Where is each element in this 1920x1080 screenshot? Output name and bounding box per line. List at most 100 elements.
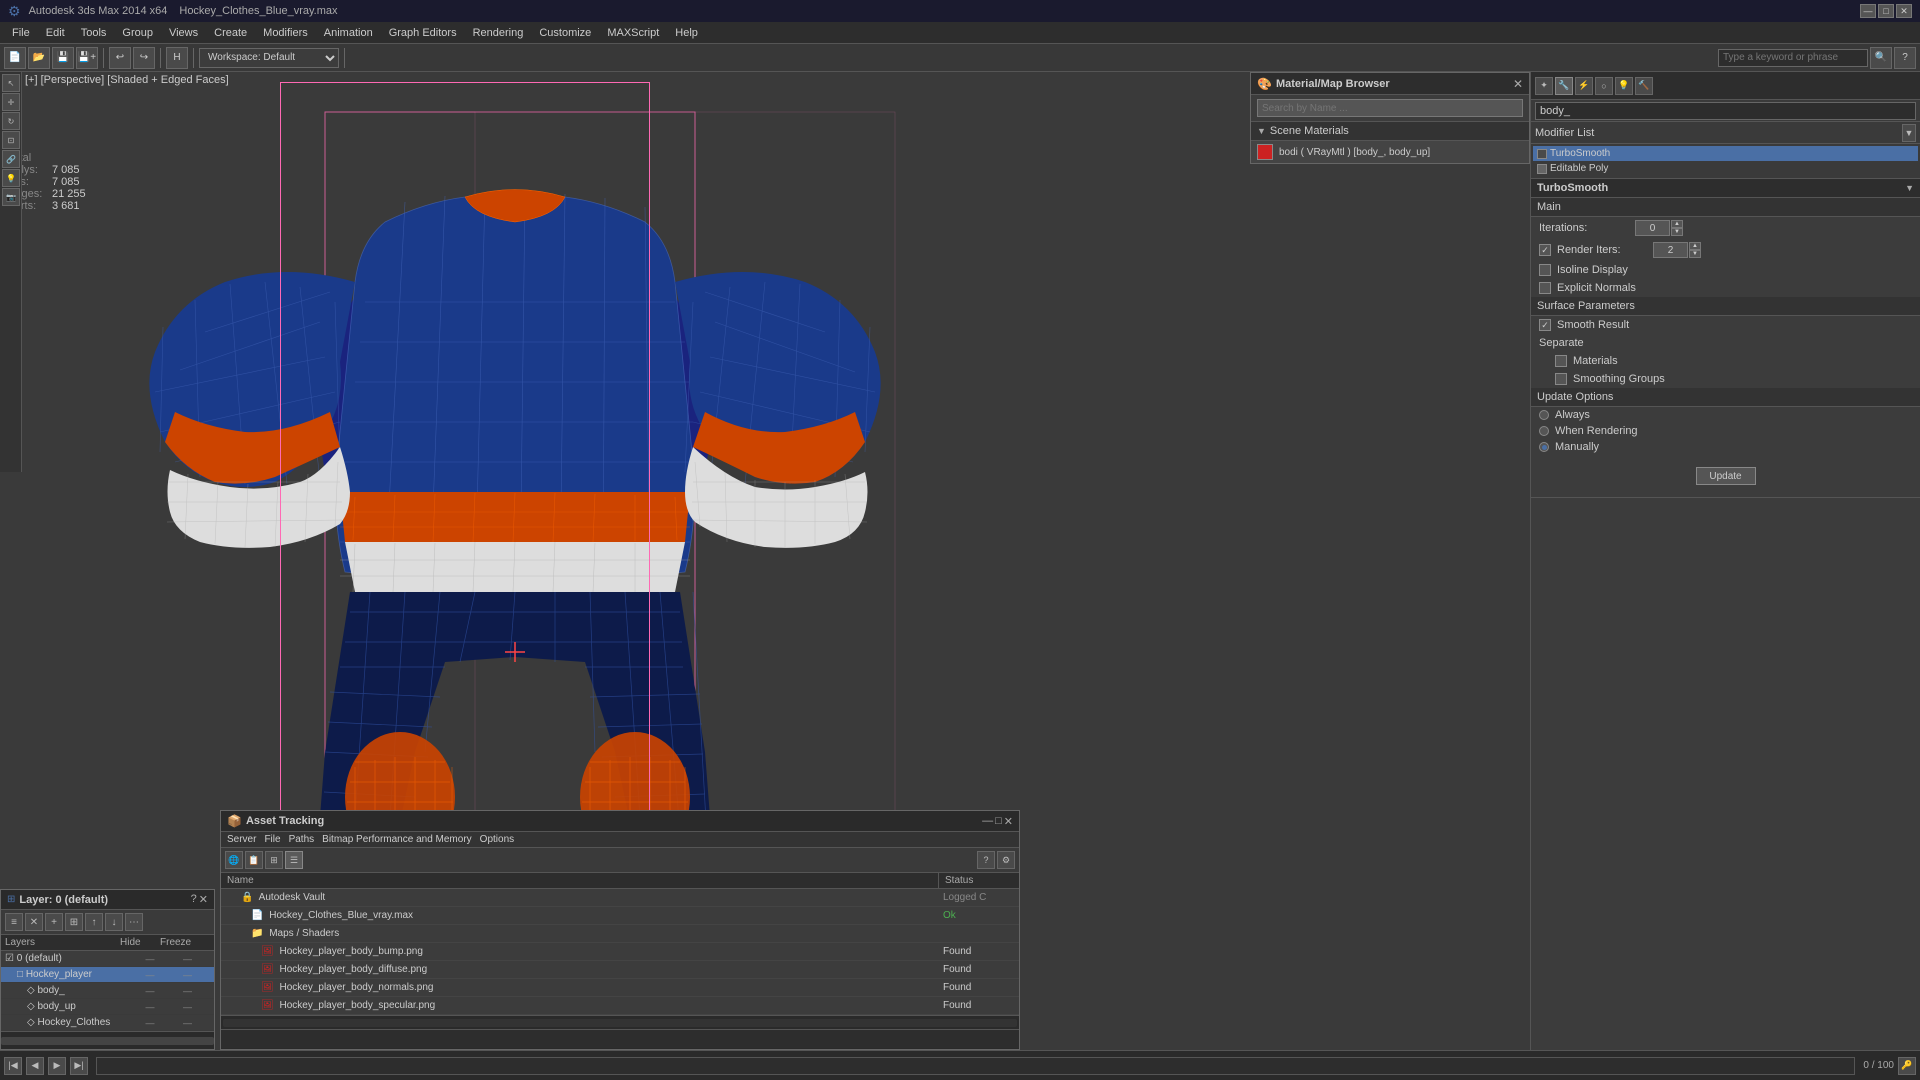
at-menu-file[interactable]: File bbox=[264, 834, 280, 845]
modifier-list-dropdown[interactable]: ▼ bbox=[1902, 124, 1916, 142]
ts-manually-radio[interactable] bbox=[1539, 442, 1549, 452]
ts-iterations-up[interactable]: ▲ bbox=[1671, 220, 1683, 228]
object-name-input[interactable] bbox=[1535, 102, 1916, 120]
menu-group[interactable]: Group bbox=[114, 25, 161, 41]
asset-tracking-maximize[interactable]: □ bbox=[995, 815, 1002, 827]
workspace-dropdown[interactable]: Workspace: Default bbox=[199, 48, 339, 68]
ts-render-iters-up[interactable]: ▲ bbox=[1689, 242, 1701, 250]
ltb-link[interactable]: 🔗 bbox=[2, 150, 20, 168]
asset-tracking-minimize[interactable]: — bbox=[982, 815, 993, 827]
search-input[interactable] bbox=[1718, 49, 1868, 67]
ts-smooth-result-checkbox[interactable] bbox=[1539, 319, 1551, 331]
menu-views[interactable]: Views bbox=[161, 25, 206, 41]
modify-tab-icon[interactable]: 🔧 bbox=[1555, 77, 1573, 95]
tb-save[interactable]: 💾 bbox=[52, 47, 74, 69]
timeline-prev[interactable]: |◀ bbox=[4, 1057, 22, 1075]
layers-tb-btn2[interactable]: ✕ bbox=[25, 913, 43, 931]
ltb-move[interactable]: ✛ bbox=[2, 93, 20, 111]
minimize-button[interactable]: — bbox=[1860, 4, 1876, 18]
tb-save-as[interactable]: 💾+ bbox=[76, 47, 98, 69]
at-tb-icon1[interactable]: 🌐 bbox=[225, 851, 243, 869]
at-menu-bitmap[interactable]: Bitmap Performance and Memory bbox=[322, 834, 472, 845]
tb-open[interactable]: 📂 bbox=[28, 47, 50, 69]
at-row-bump[interactable]: 🖼 Hockey_player_body_bump.png Found bbox=[221, 943, 1019, 961]
menu-edit[interactable]: Edit bbox=[38, 25, 73, 41]
menu-rendering[interactable]: Rendering bbox=[465, 25, 532, 41]
layer-row-body[interactable]: ◇ body_ — — bbox=[1, 983, 214, 999]
tb-help[interactable]: ? bbox=[1894, 47, 1916, 69]
timeline-play-back[interactable]: ◀ bbox=[26, 1057, 44, 1075]
menu-file[interactable]: File bbox=[4, 25, 38, 41]
utilities-tab-icon[interactable]: 🔨 bbox=[1635, 77, 1653, 95]
layers-help[interactable]: ? bbox=[191, 893, 197, 906]
at-row-normals[interactable]: 🖼 Hockey_player_body_normals.png Found bbox=[221, 979, 1019, 997]
modifier-editablepoly[interactable]: Editable Poly bbox=[1533, 161, 1918, 176]
close-button[interactable]: ✕ bbox=[1896, 4, 1912, 18]
layer-row-hockey-clothes[interactable]: ◇ Hockey_Clothes — — bbox=[1, 1015, 214, 1031]
layers-tb-btn7[interactable]: ⋯ bbox=[125, 913, 143, 931]
ts-materials-checkbox[interactable] bbox=[1555, 355, 1567, 367]
at-path-input[interactable] bbox=[221, 1030, 1019, 1048]
layers-scrollbar[interactable] bbox=[1, 1031, 214, 1049]
at-row-vault[interactable]: 🔒 Autodesk Vault Logged C bbox=[221, 889, 1019, 907]
at-tb-icon4[interactable]: ☰ bbox=[285, 851, 303, 869]
modifier-turbosmooth[interactable]: TurboSmooth bbox=[1533, 146, 1918, 161]
at-menu-options[interactable]: Options bbox=[480, 834, 514, 845]
tb-hold[interactable]: H bbox=[166, 47, 188, 69]
at-scrollbar-h[interactable] bbox=[221, 1015, 1019, 1029]
layers-tb-btn1[interactable]: ≡ bbox=[5, 913, 23, 931]
ts-iterations-down[interactable]: ▼ bbox=[1671, 228, 1683, 236]
ts-render-iters-down[interactable]: ▼ bbox=[1689, 250, 1701, 258]
menu-animation[interactable]: Animation bbox=[316, 25, 381, 41]
maximize-button[interactable]: □ bbox=[1878, 4, 1894, 18]
at-row-diffuse[interactable]: 🖼 Hockey_player_body_diffuse.png Found bbox=[221, 961, 1019, 979]
timeline-keying[interactable]: 🔑 bbox=[1898, 1057, 1916, 1075]
ts-always-radio[interactable] bbox=[1539, 410, 1549, 420]
timeline-play[interactable]: ▶ bbox=[48, 1057, 66, 1075]
ltb-light[interactable]: 💡 bbox=[2, 169, 20, 187]
motion-tab-icon[interactable]: ○ bbox=[1595, 77, 1613, 95]
mat-browser-close[interactable]: ✕ bbox=[1513, 77, 1523, 91]
ltb-camera[interactable]: 📷 bbox=[2, 188, 20, 206]
display-tab-icon[interactable]: 💡 bbox=[1615, 77, 1633, 95]
menu-graph-editors[interactable]: Graph Editors bbox=[381, 25, 465, 41]
tb-redo[interactable]: ↪ bbox=[133, 47, 155, 69]
search-button[interactable]: 🔍 bbox=[1870, 47, 1892, 69]
layers-tb-btn5[interactable]: ↑ bbox=[85, 913, 103, 931]
at-menu-paths[interactable]: Paths bbox=[289, 834, 315, 845]
at-tb-icon2[interactable]: 📋 bbox=[245, 851, 263, 869]
ts-isoline-checkbox[interactable] bbox=[1539, 264, 1551, 276]
menu-maxscript[interactable]: MAXScript bbox=[599, 25, 667, 41]
layer-row-body-up[interactable]: ◇ body_up — — bbox=[1, 999, 214, 1015]
menu-customize[interactable]: Customize bbox=[531, 25, 599, 41]
ts-render-iters-input[interactable] bbox=[1653, 242, 1688, 258]
at-row-maps[interactable]: 📁 Maps / Shaders bbox=[221, 925, 1019, 943]
ts-explicit-normals-checkbox[interactable] bbox=[1539, 282, 1551, 294]
timeline-bar[interactable] bbox=[96, 1057, 1855, 1075]
material-item-bodi[interactable]: bodi ( VRayMtl ) [body_, body_up] bbox=[1251, 141, 1529, 163]
ltb-scale[interactable]: ⊡ bbox=[2, 131, 20, 149]
asset-tracking-close[interactable]: ✕ bbox=[1004, 815, 1013, 828]
layers-tb-btn4[interactable]: ⊞ bbox=[65, 913, 83, 931]
ts-when-rendering-radio[interactable] bbox=[1539, 426, 1549, 436]
tb-new[interactable]: 📄 bbox=[4, 47, 26, 69]
at-menu-server[interactable]: Server bbox=[227, 834, 256, 845]
layers-close[interactable]: ✕ bbox=[199, 893, 208, 906]
layers-tb-btn3[interactable]: + bbox=[45, 913, 63, 931]
at-tb-icon5[interactable]: ? bbox=[977, 851, 995, 869]
at-row-max-file[interactable]: 📄 Hockey_Clothes_Blue_vray.max Ok bbox=[221, 907, 1019, 925]
ts-smoothing-groups-checkbox[interactable] bbox=[1555, 373, 1567, 385]
menu-modifiers[interactable]: Modifiers bbox=[255, 25, 316, 41]
ts-render-iters-checkbox[interactable] bbox=[1539, 244, 1551, 256]
mat-search-input[interactable] bbox=[1257, 99, 1523, 117]
layer-row-hockey-player[interactable]: □ Hockey_player — — bbox=[1, 967, 214, 983]
at-tb-icon3[interactable]: ⊞ bbox=[265, 851, 283, 869]
menu-create[interactable]: Create bbox=[206, 25, 255, 41]
at-row-specular[interactable]: 🖼 Hockey_player_body_specular.png Found bbox=[221, 997, 1019, 1015]
layer-row-default[interactable]: ☑ 0 (default) — — bbox=[1, 951, 214, 967]
ts-update-button[interactable]: Update bbox=[1696, 467, 1756, 485]
create-tab-icon[interactable]: ✦ bbox=[1535, 77, 1553, 95]
at-tb-icon6[interactable]: ⚙ bbox=[997, 851, 1015, 869]
ltb-select[interactable]: ↖ bbox=[2, 74, 20, 92]
hierarchy-tab-icon[interactable]: ⚡ bbox=[1575, 77, 1593, 95]
